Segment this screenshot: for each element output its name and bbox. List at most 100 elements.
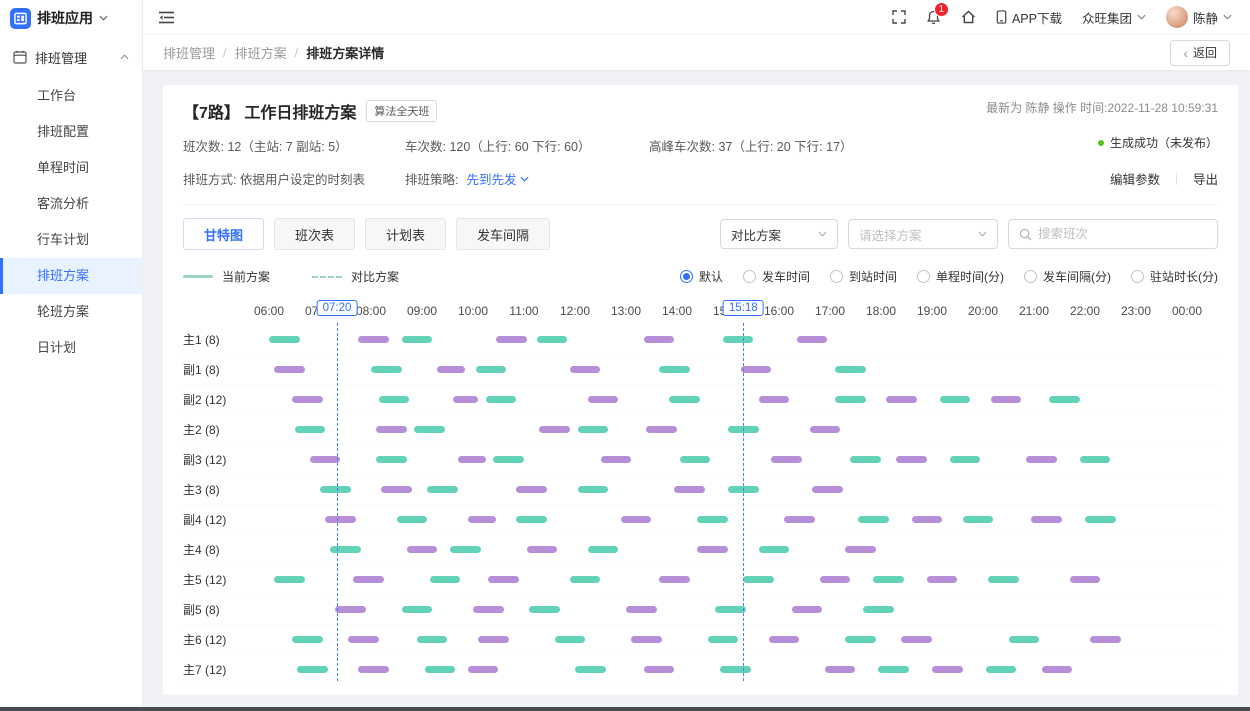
trip-bar-up[interactable]: [708, 636, 739, 643]
trip-bar-down[interactable]: [991, 396, 1022, 403]
app-download-link[interactable]: APP下载: [996, 8, 1062, 27]
trip-bar-up[interactable]: [835, 366, 866, 373]
trip-bar-up[interactable]: [295, 426, 326, 433]
trip-bar-up[interactable]: [516, 516, 547, 523]
trip-bar-up[interactable]: [397, 516, 428, 523]
app-logo[interactable]: 排班应用: [0, 0, 142, 36]
trip-bar-down[interactable]: [845, 546, 876, 553]
sidebar-item[interactable]: 工作台: [0, 78, 142, 114]
sidebar-item[interactable]: 排班配置: [0, 114, 142, 150]
trip-bar-down[interactable]: [376, 426, 407, 433]
trip-bar-down[interactable]: [496, 336, 527, 343]
trip-bar-down[interactable]: [631, 636, 662, 643]
trip-bar-down[interactable]: [516, 486, 547, 493]
trip-bar-down[interactable]: [697, 546, 728, 553]
trip-bar-up[interactable]: [537, 336, 568, 343]
trip-bar-down[interactable]: [478, 636, 509, 643]
sidebar-item[interactable]: 客流分析: [0, 186, 142, 222]
trip-bar-up[interactable]: [723, 336, 754, 343]
trip-bar-up[interactable]: [669, 396, 700, 403]
tab-gantt[interactable]: 甘特图: [183, 218, 264, 250]
strategy-dropdown[interactable]: 先到先发: [466, 169, 528, 188]
trip-bar-down[interactable]: [570, 366, 601, 373]
trip-bar-down[interactable]: [927, 576, 958, 583]
home-icon[interactable]: [961, 10, 976, 24]
menu-fold-icon[interactable]: [159, 11, 175, 24]
trip-bar-down[interactable]: [769, 636, 800, 643]
trip-bar-down[interactable]: [335, 606, 366, 613]
trip-bar-down[interactable]: [353, 576, 384, 583]
trip-bar-down[interactable]: [601, 456, 632, 463]
trip-bar-down[interactable]: [1026, 456, 1057, 463]
trip-bar-down[interactable]: [527, 546, 558, 553]
radio-arrival-time[interactable]: 到站时间: [830, 268, 897, 285]
tab-plan-table[interactable]: 计划表: [365, 218, 446, 250]
trip-bar-down[interactable]: [488, 576, 519, 583]
trip-bar-up[interactable]: [493, 456, 524, 463]
trip-bar-down[interactable]: [912, 516, 943, 523]
tab-headway[interactable]: 发车间隔: [456, 218, 550, 250]
trip-bar-down[interactable]: [453, 396, 479, 403]
trip-bar-down[interactable]: [797, 336, 828, 343]
trip-bar-up[interactable]: [878, 666, 909, 673]
trip-bar-up[interactable]: [376, 456, 407, 463]
trip-bar-down[interactable]: [825, 666, 856, 673]
trip-bar-up[interactable]: [425, 666, 456, 673]
trip-bar-down[interactable]: [407, 546, 438, 553]
trip-bar-up[interactable]: [715, 606, 746, 613]
search-input[interactable]: [1038, 227, 1207, 241]
trip-bar-down[interactable]: [1070, 576, 1101, 583]
trip-bar-up[interactable]: [529, 606, 560, 613]
trip-bar-up[interactable]: [486, 396, 517, 403]
trip-bar-up[interactable]: [1009, 636, 1040, 643]
trip-bar-down[interactable]: [1090, 636, 1121, 643]
trip-bar-up[interactable]: [269, 336, 300, 343]
trip-bar-up[interactable]: [417, 636, 448, 643]
trip-bar-down[interactable]: [381, 486, 412, 493]
sidebar-item[interactable]: 轮班方案: [0, 294, 142, 330]
trip-bar-down[interactable]: [741, 366, 772, 373]
radio-departure-time[interactable]: 发车时间: [743, 268, 810, 285]
trip-bar-down[interactable]: [659, 576, 690, 583]
trip-bar-up[interactable]: [427, 486, 458, 493]
trip-bar-down[interactable]: [325, 516, 356, 523]
trip-bar-down[interactable]: [358, 336, 389, 343]
plan-picker-select[interactable]: 请选择方案: [848, 219, 998, 249]
radio-dwell-time[interactable]: 驻站时长(分): [1131, 268, 1218, 285]
trip-bar-down[interactable]: [468, 516, 496, 523]
trip-bar-down[interactable]: [644, 666, 675, 673]
trip-bar-up[interactable]: [950, 456, 981, 463]
trip-bar-up[interactable]: [850, 456, 881, 463]
trip-bar-down[interactable]: [539, 426, 570, 433]
trip-bar-up[interactable]: [835, 396, 866, 403]
sidebar-item[interactable]: 单程时间: [0, 150, 142, 186]
trip-bar-up[interactable]: [588, 546, 619, 553]
trip-bar-down[interactable]: [932, 666, 963, 673]
trip-bar-up[interactable]: [450, 546, 481, 553]
trip-bar-down[interactable]: [771, 456, 802, 463]
trip-bar-up[interactable]: [720, 666, 751, 673]
trip-bar-up[interactable]: [680, 456, 711, 463]
sidebar-item[interactable]: 日计划: [0, 330, 142, 366]
trip-bar-up[interactable]: [873, 576, 904, 583]
trip-bar-down[interactable]: [310, 456, 341, 463]
trip-bar-down[interactable]: [348, 636, 379, 643]
trip-bar-down[interactable]: [812, 486, 843, 493]
trip-bar-down[interactable]: [784, 516, 815, 523]
trip-bar-down[interactable]: [896, 456, 927, 463]
trip-bar-down[interactable]: [473, 606, 504, 613]
trip-bar-up[interactable]: [575, 666, 606, 673]
trip-bar-up[interactable]: [274, 576, 305, 583]
sidebar-group-schedule-mgmt[interactable]: 排班管理: [0, 36, 142, 78]
trip-bar-down[interactable]: [1031, 516, 1062, 523]
radio-trip-duration[interactable]: 单程时间(分): [917, 268, 1004, 285]
trip-bar-down[interactable]: [886, 396, 917, 403]
sidebar-item[interactable]: 行车计划: [0, 222, 142, 258]
trip-bar-up[interactable]: [414, 426, 445, 433]
trip-bar-up[interactable]: [330, 546, 361, 553]
trip-bar-down[interactable]: [458, 456, 486, 463]
trip-bar-up[interactable]: [940, 396, 971, 403]
trip-bar-up[interactable]: [1080, 456, 1111, 463]
trip-bar-down[interactable]: [820, 576, 851, 583]
trip-bar-up[interactable]: [659, 366, 690, 373]
